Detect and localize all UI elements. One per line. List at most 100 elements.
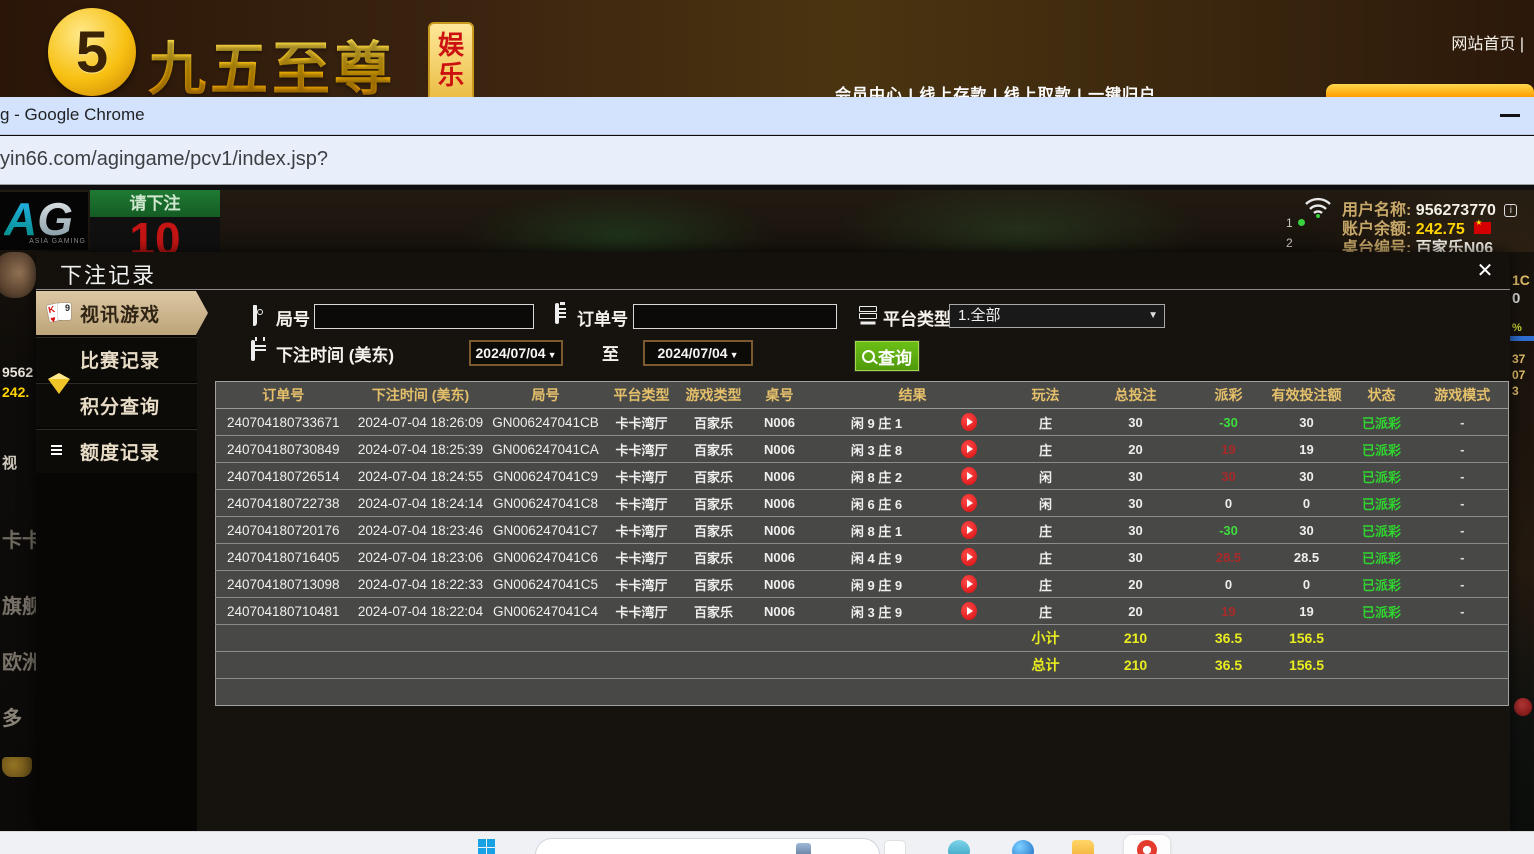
summary-cell: 36.5 [1191,625,1267,652]
table-cell: 30 [1081,463,1191,490]
column-header: 派彩 [1191,382,1267,409]
table-cell: 庄 [1011,409,1081,436]
ticket-icon [48,348,72,372]
active-app-highlight[interactable] [1124,835,1170,854]
search-button[interactable]: 查询 [855,341,919,371]
top-nav-links[interactable]: 会员中心 | 线上存款 | 线上取款 | 一键归户 [835,84,1156,97]
table-cell: N006 [745,490,815,517]
minimize-icon[interactable] [1500,114,1520,117]
tag-icon [253,307,273,327]
summary-cell [216,652,1011,679]
table-cell: 闲 9 庄 1 [815,409,1011,436]
table-cell: N006 [745,571,815,598]
edge-icon[interactable] [1012,840,1034,854]
order-input[interactable] [633,304,837,329]
sidebar-item-document[interactable]: 额度记录 [36,429,197,473]
table-cell: GN006247041C8 [491,490,601,517]
summary-row-subtotal: 小计21036.5156.5 [216,625,1509,652]
table-cell: 20 [1081,598,1191,625]
date-from-select[interactable]: 2024/07/04▼ [469,340,563,366]
taskbar-search-input[interactable] [535,838,880,854]
taskbar-app-icon[interactable] [948,840,970,854]
search-form: 局号 订单号 平台类型 1.全部 ▼ 下注时间 (美东) 2024/07/04▼… [197,291,1510,381]
document-icon [48,440,72,464]
table-cell: 240704180720176 [216,517,351,544]
table-cell: 闲 9 庄 9 [815,571,1011,598]
play-video-icon[interactable] [961,521,977,539]
background-text-fragment: 多 [2,702,22,731]
play-video-icon[interactable] [961,494,977,512]
home-link[interactable]: 网站首页 | [1451,30,1524,54]
table-cell: 卡卡湾厅 [601,571,683,598]
table-cell: 20 [1081,436,1191,463]
ag-caption: ASIA GAMING [29,238,86,245]
table-cell: 百家乐 [683,436,745,463]
folder-icon[interactable] [1072,840,1094,854]
trophy-icon [2,757,32,777]
table-cell: 已派彩 [1347,571,1417,598]
table-cell: 19 [1267,436,1347,463]
table-cell: 闲 6 庄 6 [815,490,1011,517]
dialog-titlebar: 下注记录 ✕ [36,252,1510,290]
info-icon[interactable]: i [1504,204,1517,217]
table-cell: N006 [745,598,815,625]
url-text[interactable]: yin66.com/agingame/pcv1/index.jsp? [0,148,328,171]
table-cell: - [1417,598,1509,625]
round-input[interactable] [314,304,534,329]
chrome-window: g - Google Chrome yin66.com/agingame/pcv… [0,97,1534,190]
seat-number-1: 1 [1286,216,1293,230]
taskbar-app-icon[interactable] [884,840,906,854]
date-to-select[interactable]: 2024/07/04▼ [643,340,753,366]
dialog-title: 下注记录 [60,258,156,290]
summary-cell: 156.5 [1267,625,1347,652]
play-video-icon[interactable] [961,440,977,458]
sidebar-item-cards[interactable]: K♥9视讯游戏 [36,291,208,335]
table-cell: GN006247041C7 [491,517,601,544]
table-cell: 30 [1081,409,1191,436]
table-cell: GN006247041CB [491,409,601,436]
table-cell: 庄 [1011,544,1081,571]
screen: 5 九五至尊 娱乐 网站首页 | 会员中心 | 线上存款 | 线上取款 | 一键… [0,0,1534,854]
table-cell: 卡卡湾厅 [601,409,683,436]
table-row: 2407041807130982024-07-04 18:22:33GN0062… [216,571,1509,598]
to-label: 至 [602,340,619,365]
table-cell: - [1417,409,1509,436]
start-icon[interactable] [478,839,495,854]
background-text-fragment: 旗舰 [2,590,36,619]
play-video-icon[interactable] [961,602,977,620]
table-cell: 240704180710481 [216,598,351,625]
table-row: 2407041807227382024-07-04 18:24:14GN0062… [216,490,1509,517]
sidebar-item-diamond[interactable]: 积分查询 [36,383,197,427]
empty-cell [216,679,1509,706]
play-video-icon[interactable] [961,548,977,566]
table-row: 2407041807164052024-07-04 18:23:06GN0062… [216,544,1509,571]
play-video-icon[interactable] [961,413,977,431]
chrome-titlebar[interactable]: g - Google Chrome [0,97,1534,135]
play-video-icon[interactable] [961,467,977,485]
chrome-icon[interactable] [1137,840,1157,854]
table-cell: -30 [1191,517,1267,544]
chevron-down-icon: ▼ [730,350,739,360]
table-cell: 已派彩 [1347,436,1417,463]
right-background-strip: 1C0%37073 [1510,252,1534,831]
table-cell: 240704180716405 [216,544,351,571]
play-video-icon[interactable] [961,575,977,593]
seat-dot [1298,219,1305,226]
table-cell: GN006247041C5 [491,571,601,598]
table-cell: 庄 [1011,436,1081,463]
summary-cell: 156.5 [1267,652,1347,679]
column-header: 订单号 [216,382,351,409]
chevron-down-icon: ▼ [1148,305,1158,327]
promo-button[interactable] [1326,84,1534,97]
chrome-url-bar[interactable]: yin66.com/agingame/pcv1/index.jsp? [0,136,1534,185]
dialog-sidebar: K♥9视讯游戏比赛记录积分查询额度记录 [36,291,197,831]
table-cell: 闲 [1011,463,1081,490]
road-bar [1510,336,1534,341]
platform-select[interactable]: 1.全部 ▼ [949,304,1165,328]
close-icon[interactable]: ✕ [1472,258,1498,284]
table-cell: 240704180730849 [216,436,351,463]
column-header: 局号 [491,382,601,409]
taskbar [0,831,1534,854]
table-cell: 30 [1267,463,1347,490]
table-cell: 28.5 [1191,544,1267,571]
